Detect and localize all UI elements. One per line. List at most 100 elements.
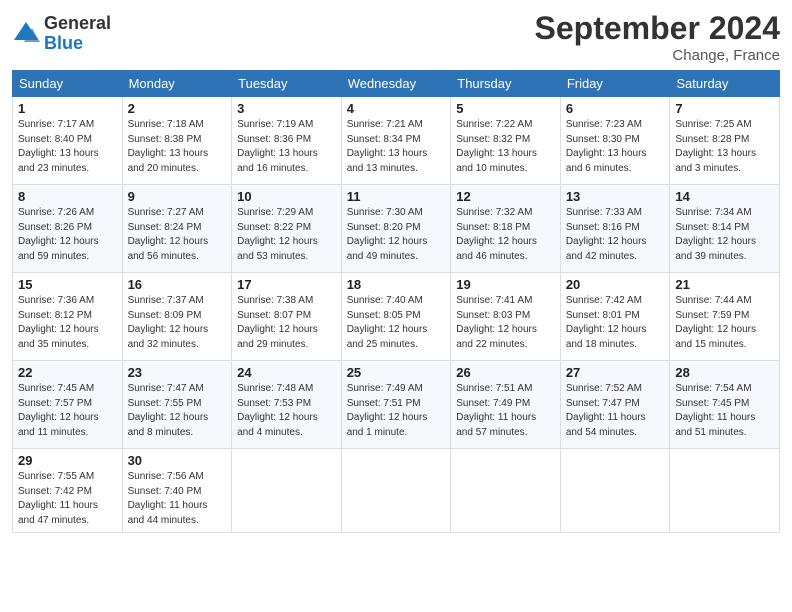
day-number: 14 [675,189,774,204]
logo-text: General Blue [44,14,111,54]
logo-general: General [44,14,111,34]
day-number: 26 [456,365,555,380]
day-number: 17 [237,277,336,292]
day-info: Sunrise: 7:38 AMSunset: 8:07 PMDaylight:… [237,294,336,352]
day-number: 9 [128,189,227,204]
day-info: Sunrise: 7:27 AMSunset: 8:24 PMDaylight:… [128,206,227,264]
month-title: September 2024 [535,10,780,47]
day-number: 11 [347,189,446,204]
day-number: 22 [18,365,117,380]
day-info: Sunrise: 7:25 AMSunset: 8:28 PMDaylight:… [675,118,774,176]
calendar-cell: 23 Sunrise: 7:47 AMSunset: 7:55 PMDaylig… [122,361,232,449]
day-number: 15 [18,277,117,292]
day-info: Sunrise: 7:17 AMSunset: 8:40 PMDaylight:… [18,118,117,176]
title-block: September 2024 Change, France [535,10,780,64]
day-info: Sunrise: 7:37 AMSunset: 8:09 PMDaylight:… [128,294,227,352]
logo-icon [12,20,40,48]
day-info: Sunrise: 7:54 AMSunset: 7:45 PMDaylight:… [675,382,774,440]
calendar-cell: 30 Sunrise: 7:56 AMSunset: 7:40 PMDaylig… [122,449,232,533]
calendar-cell: 20 Sunrise: 7:42 AMSunset: 8:01 PMDaylig… [560,273,670,361]
calendar-cell: 2 Sunrise: 7:18 AMSunset: 8:38 PMDayligh… [122,97,232,185]
day-number: 2 [128,101,227,116]
day-number: 3 [237,101,336,116]
day-number: 29 [18,453,117,468]
day-info: Sunrise: 7:22 AMSunset: 8:32 PMDaylight:… [456,118,555,176]
calendar-cell: 17 Sunrise: 7:38 AMSunset: 8:07 PMDaylig… [232,273,342,361]
calendar-cell: 13 Sunrise: 7:33 AMSunset: 8:16 PMDaylig… [560,185,670,273]
calendar-cell [560,449,670,533]
calendar-cell [451,449,561,533]
calendar-cell: 29 Sunrise: 7:55 AMSunset: 7:42 PMDaylig… [13,449,123,533]
calendar-cell [670,449,780,533]
day-info: Sunrise: 7:26 AMSunset: 8:26 PMDaylight:… [18,206,117,264]
col-sunday: Sunday [13,71,123,97]
day-number: 28 [675,365,774,380]
day-info: Sunrise: 7:29 AMSunset: 8:22 PMDaylight:… [237,206,336,264]
day-info: Sunrise: 7:30 AMSunset: 8:20 PMDaylight:… [347,206,446,264]
col-friday: Friday [560,71,670,97]
calendar-cell: 16 Sunrise: 7:37 AMSunset: 8:09 PMDaylig… [122,273,232,361]
day-info: Sunrise: 7:56 AMSunset: 7:40 PMDaylight:… [128,470,227,528]
day-number: 8 [18,189,117,204]
day-info: Sunrise: 7:33 AMSunset: 8:16 PMDaylight:… [566,206,665,264]
calendar-cell: 5 Sunrise: 7:22 AMSunset: 8:32 PMDayligh… [451,97,561,185]
day-number: 23 [128,365,227,380]
day-number: 20 [566,277,665,292]
calendar-cell: 28 Sunrise: 7:54 AMSunset: 7:45 PMDaylig… [670,361,780,449]
col-monday: Monday [122,71,232,97]
logo: General Blue [12,14,111,54]
calendar-cell: 4 Sunrise: 7:21 AMSunset: 8:34 PMDayligh… [341,97,451,185]
col-thursday: Thursday [451,71,561,97]
calendar-cell: 12 Sunrise: 7:32 AMSunset: 8:18 PMDaylig… [451,185,561,273]
day-info: Sunrise: 7:45 AMSunset: 7:57 PMDaylight:… [18,382,117,440]
calendar-cell: 24 Sunrise: 7:48 AMSunset: 7:53 PMDaylig… [232,361,342,449]
day-info: Sunrise: 7:40 AMSunset: 8:05 PMDaylight:… [347,294,446,352]
calendar-cell: 18 Sunrise: 7:40 AMSunset: 8:05 PMDaylig… [341,273,451,361]
calendar-cell: 22 Sunrise: 7:45 AMSunset: 7:57 PMDaylig… [13,361,123,449]
day-info: Sunrise: 7:55 AMSunset: 7:42 PMDaylight:… [18,470,117,528]
day-number: 16 [128,277,227,292]
day-info: Sunrise: 7:48 AMSunset: 7:53 PMDaylight:… [237,382,336,440]
day-number: 7 [675,101,774,116]
location: Change, France [535,47,780,64]
calendar-cell: 11 Sunrise: 7:30 AMSunset: 8:20 PMDaylig… [341,185,451,273]
day-number: 13 [566,189,665,204]
day-number: 18 [347,277,446,292]
day-number: 27 [566,365,665,380]
calendar-cell: 21 Sunrise: 7:44 AMSunset: 7:59 PMDaylig… [670,273,780,361]
col-wednesday: Wednesday [341,71,451,97]
day-info: Sunrise: 7:23 AMSunset: 8:30 PMDaylight:… [566,118,665,176]
calendar-header-row: Sunday Monday Tuesday Wednesday Thursday… [13,71,780,97]
calendar-cell: 19 Sunrise: 7:41 AMSunset: 8:03 PMDaylig… [451,273,561,361]
logo-blue: Blue [44,34,111,54]
day-info: Sunrise: 7:42 AMSunset: 8:01 PMDaylight:… [566,294,665,352]
day-number: 6 [566,101,665,116]
page-header: General Blue September 2024 Change, Fran… [12,10,780,64]
calendar-cell: 7 Sunrise: 7:25 AMSunset: 8:28 PMDayligh… [670,97,780,185]
calendar-cell: 1 Sunrise: 7:17 AMSunset: 8:40 PMDayligh… [13,97,123,185]
day-info: Sunrise: 7:51 AMSunset: 7:49 PMDaylight:… [456,382,555,440]
day-info: Sunrise: 7:41 AMSunset: 8:03 PMDaylight:… [456,294,555,352]
day-number: 24 [237,365,336,380]
day-info: Sunrise: 7:19 AMSunset: 8:36 PMDaylight:… [237,118,336,176]
day-info: Sunrise: 7:21 AMSunset: 8:34 PMDaylight:… [347,118,446,176]
calendar-cell: 26 Sunrise: 7:51 AMSunset: 7:49 PMDaylig… [451,361,561,449]
calendar-cell: 14 Sunrise: 7:34 AMSunset: 8:14 PMDaylig… [670,185,780,273]
day-number: 10 [237,189,336,204]
calendar-cell: 10 Sunrise: 7:29 AMSunset: 8:22 PMDaylig… [232,185,342,273]
day-info: Sunrise: 7:49 AMSunset: 7:51 PMDaylight:… [347,382,446,440]
day-info: Sunrise: 7:34 AMSunset: 8:14 PMDaylight:… [675,206,774,264]
col-saturday: Saturday [670,71,780,97]
day-info: Sunrise: 7:47 AMSunset: 7:55 PMDaylight:… [128,382,227,440]
page-container: General Blue September 2024 Change, Fran… [0,0,792,543]
day-number: 19 [456,277,555,292]
day-number: 4 [347,101,446,116]
day-info: Sunrise: 7:52 AMSunset: 7:47 PMDaylight:… [566,382,665,440]
calendar-cell: 3 Sunrise: 7:19 AMSunset: 8:36 PMDayligh… [232,97,342,185]
day-number: 30 [128,453,227,468]
calendar-cell: 15 Sunrise: 7:36 AMSunset: 8:12 PMDaylig… [13,273,123,361]
col-tuesday: Tuesday [232,71,342,97]
day-info: Sunrise: 7:18 AMSunset: 8:38 PMDaylight:… [128,118,227,176]
day-number: 21 [675,277,774,292]
day-info: Sunrise: 7:36 AMSunset: 8:12 PMDaylight:… [18,294,117,352]
